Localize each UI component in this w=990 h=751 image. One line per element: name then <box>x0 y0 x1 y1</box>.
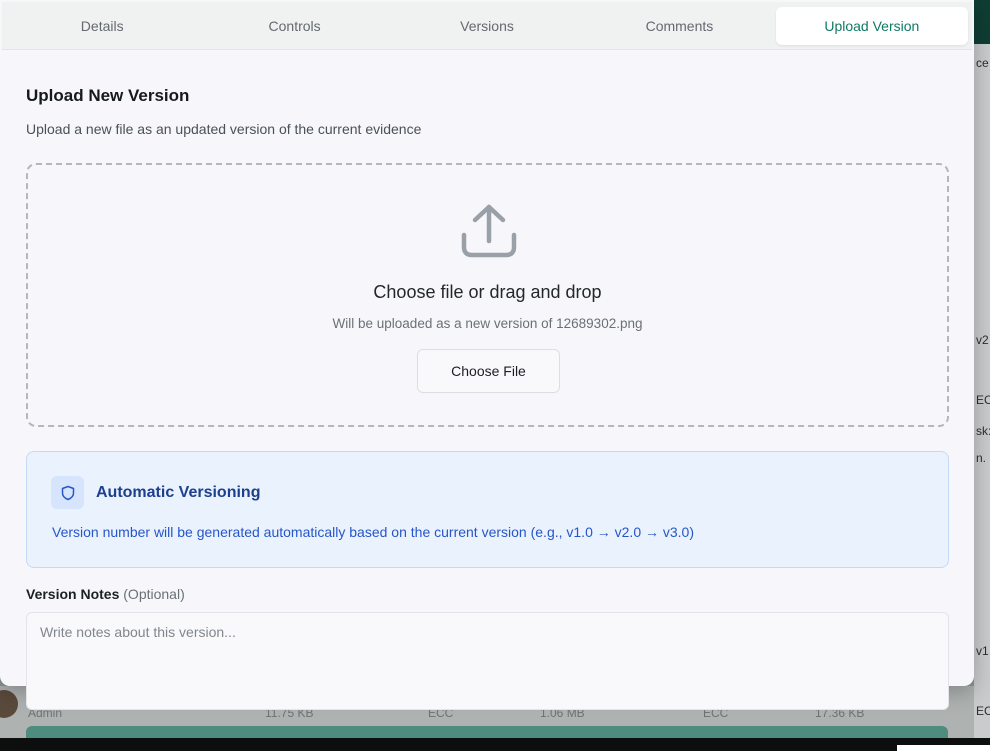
upload-icon <box>461 204 517 258</box>
background-fragment: sk: <box>976 424 990 438</box>
shield-icon-box <box>51 476 84 509</box>
file-dropzone[interactable]: Choose file or drag and drop Will be upl… <box>26 163 949 427</box>
tab-upload-version[interactable]: Upload Version <box>775 6 969 45</box>
background-bottom-strip <box>0 738 990 751</box>
background-fragment: EC <box>976 704 990 718</box>
versioning-description: Version number will be generated automat… <box>52 524 695 540</box>
upload-version-modal: Details Controls Versions Comments Uploa… <box>0 0 974 686</box>
background-fragment: ce <box>976 56 989 70</box>
versioning-title: Automatic Versioning <box>96 484 261 501</box>
dropzone-title: Choose file or drag and drop <box>373 282 602 302</box>
background-fragment: n. <box>976 451 987 465</box>
shield-icon <box>61 485 74 500</box>
background-fragment: EC <box>976 393 990 407</box>
version-notes-label: Version Notes (Optional) <box>26 586 185 602</box>
tab-bar: Details Controls Versions Comments Uploa… <box>2 2 972 50</box>
choose-file-button[interactable]: Choose File <box>417 349 560 393</box>
optional-hint: (Optional) <box>123 586 185 602</box>
background-right-column: ce v2 EC sk: n. v1 EC <box>974 44 990 751</box>
background-fragment: v2 <box>976 333 989 347</box>
tab-controls[interactable]: Controls <box>198 7 390 45</box>
background-corner <box>897 745 990 751</box>
automatic-versioning-notice: Automatic Versioning Version number will… <box>26 451 949 568</box>
section-subtitle: Upload a new file as an updated version … <box>26 121 422 137</box>
tab-comments[interactable]: Comments <box>583 7 775 45</box>
dropzone-subtitle: Will be uploaded as a new version of 126… <box>332 316 643 331</box>
background-fragment: v1 <box>976 644 989 658</box>
tab-details[interactable]: Details <box>6 7 198 45</box>
version-notes-field[interactable] <box>26 612 949 710</box>
tab-versions[interactable]: Versions <box>391 7 583 45</box>
section-title: Upload New Version <box>26 86 190 105</box>
version-notes-label-text: Version Notes <box>26 586 120 602</box>
